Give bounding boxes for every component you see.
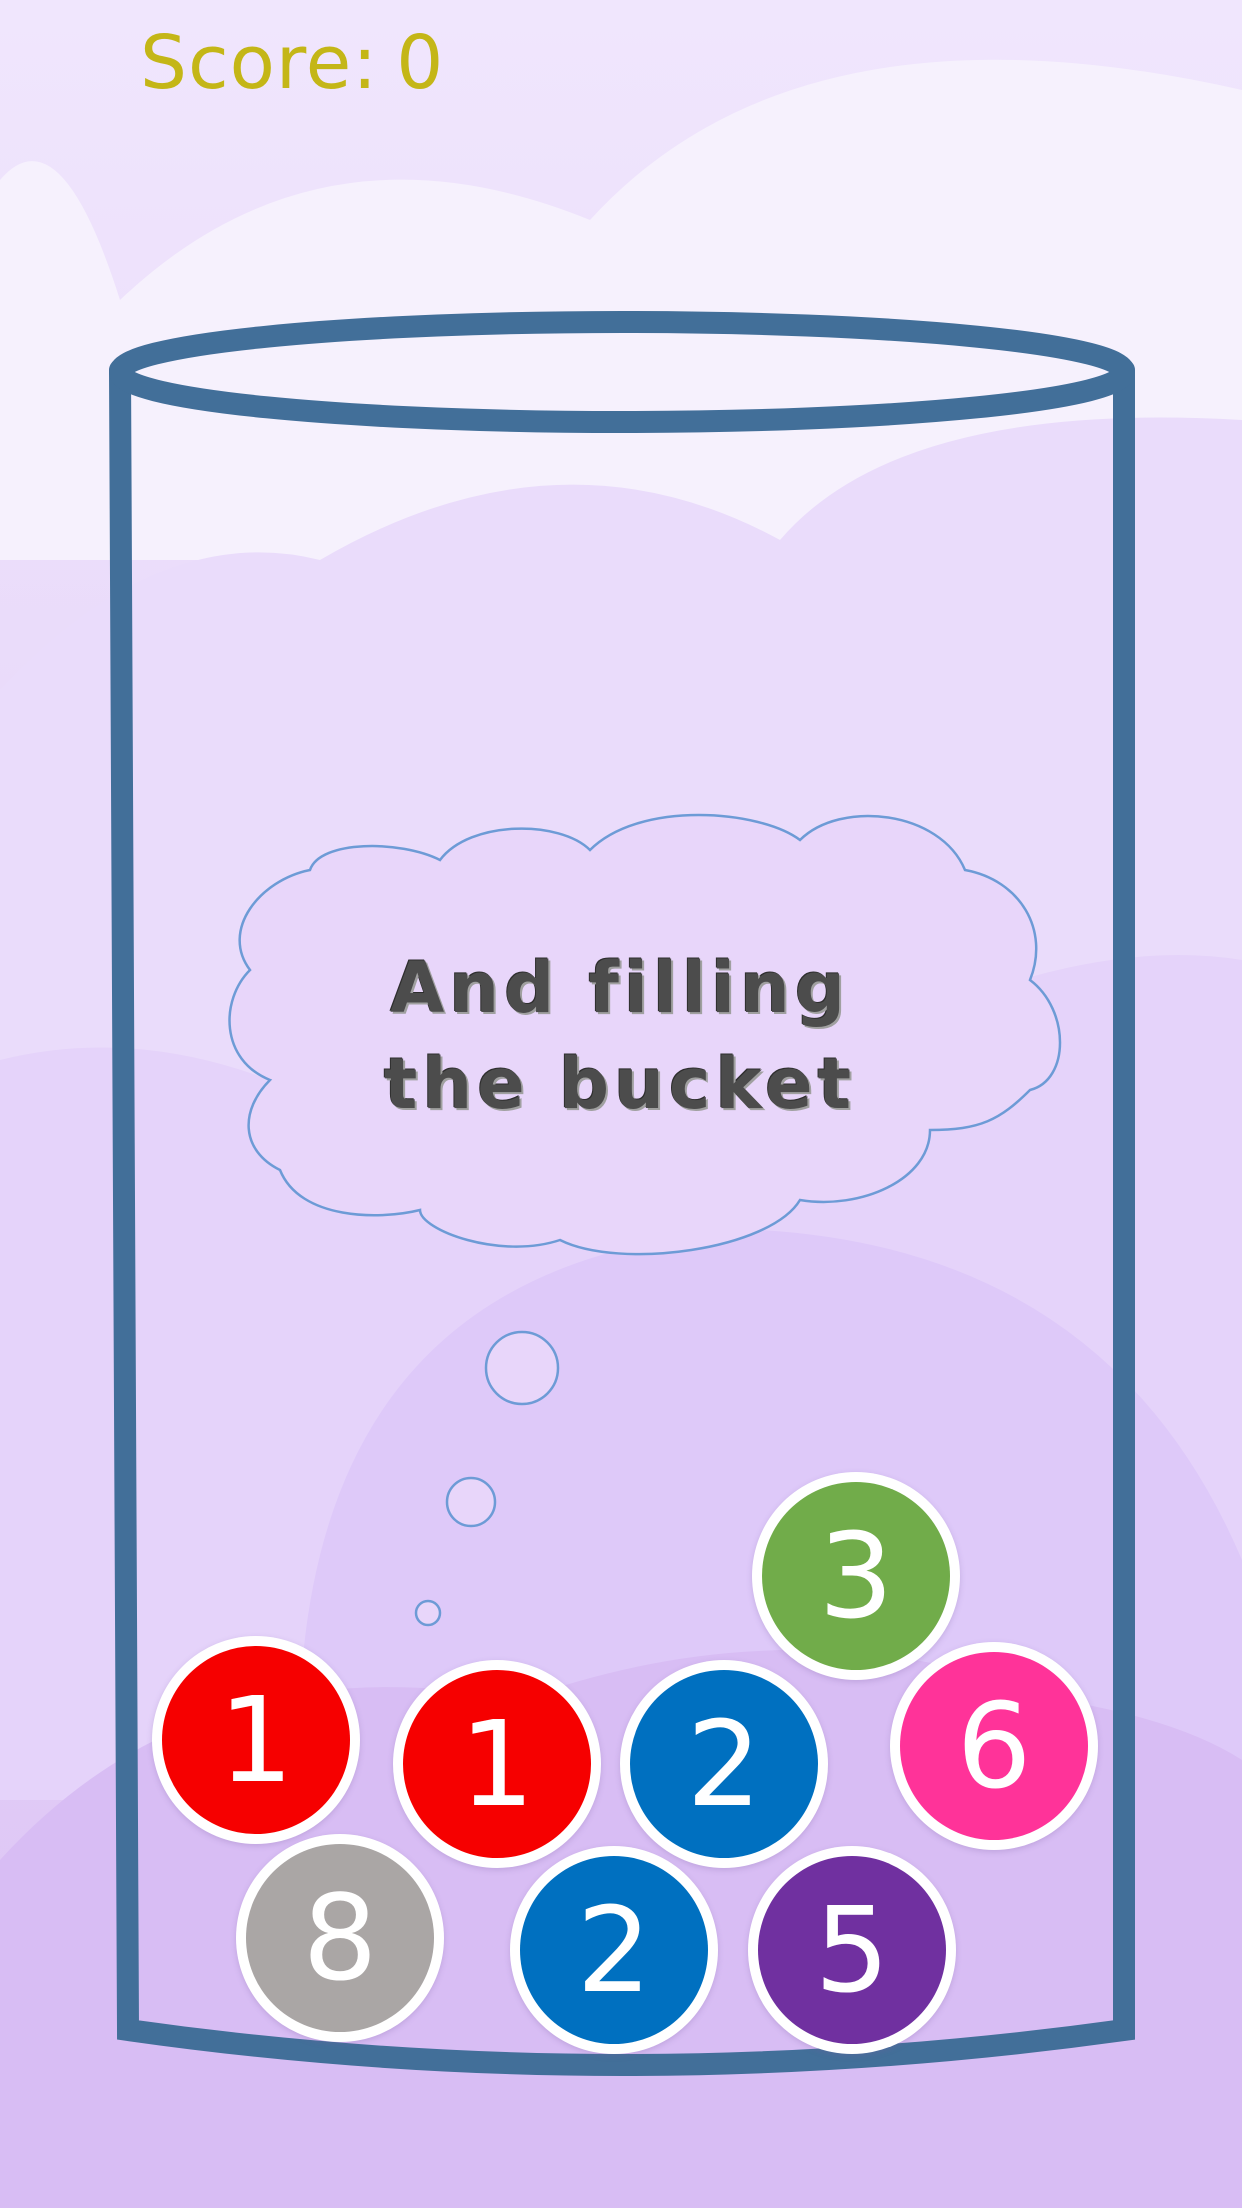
- thought-text: And filling the bucket: [360, 940, 880, 1132]
- ball-number: 1: [218, 1671, 294, 1809]
- ball-number: 8: [302, 1869, 378, 2007]
- thought-line-2: the bucket: [383, 1043, 857, 1125]
- score-value: 0: [396, 20, 445, 106]
- ball[interactable]: 8: [236, 1834, 444, 2042]
- ball-face: 5: [758, 1856, 946, 2044]
- ball[interactable]: 6: [890, 1642, 1098, 1850]
- thought-line-1: And filling: [390, 947, 850, 1029]
- ball[interactable]: 1: [393, 1660, 601, 1868]
- ball-number: 5: [814, 1881, 890, 2019]
- ball-face: 1: [403, 1670, 591, 1858]
- ball[interactable]: 3: [752, 1472, 960, 1680]
- ball-number: 6: [956, 1677, 1032, 1815]
- ball-face: 2: [520, 1856, 708, 2044]
- ball-number: 2: [686, 1695, 762, 1833]
- score-label: Score:: [140, 20, 379, 106]
- ball-number: 2: [576, 1881, 652, 2019]
- ball-face: 2: [630, 1670, 818, 1858]
- thought-dot-small: [414, 1599, 442, 1627]
- ball-face: 6: [900, 1652, 1088, 1840]
- ball-face: 3: [762, 1482, 950, 1670]
- thought-dot-large: [484, 1330, 560, 1406]
- ball-number: 3: [818, 1507, 894, 1645]
- ball[interactable]: 5: [748, 1846, 956, 2054]
- ball[interactable]: 2: [510, 1846, 718, 2054]
- score-display: Score: 0: [140, 18, 444, 108]
- ball-face: 1: [162, 1646, 350, 1834]
- thought-dot-medium: [445, 1476, 497, 1528]
- ball-number: 1: [459, 1695, 535, 1833]
- ball[interactable]: 2: [620, 1660, 828, 1868]
- ball[interactable]: 1: [152, 1636, 360, 1844]
- ball-face: 8: [246, 1844, 434, 2032]
